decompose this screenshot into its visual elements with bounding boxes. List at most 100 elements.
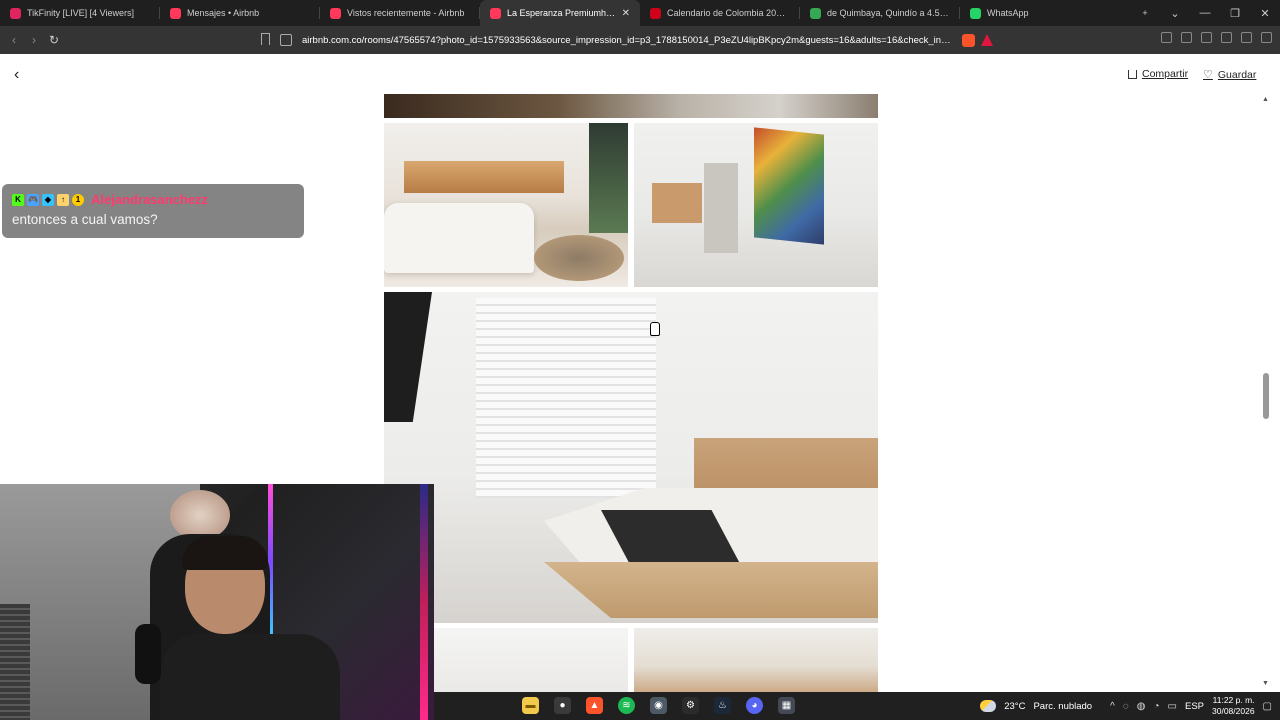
scroll-down-arrow[interactable]: ▼: [1262, 680, 1269, 687]
tab-search-icon[interactable]: ⌄: [1160, 7, 1190, 20]
photo-bed-frame: [544, 562, 878, 618]
listing-photo[interactable]: [434, 628, 628, 692]
reload-button[interactable]: ↻: [44, 33, 64, 47]
site-info-icon[interactable]: [280, 34, 292, 46]
listing-photo[interactable]: [384, 94, 878, 118]
tikfinity-favicon-icon: [10, 7, 21, 19]
sidebar-icon[interactable]: [1181, 32, 1192, 43]
tab-whatsapp[interactable]: WhatsApp: [960, 0, 1120, 26]
tab-title: TikFinity [LIVE] [4 Viewers]: [27, 8, 135, 18]
url-text[interactable]: airbnb.com.co/rooms/47565574?photo_id=15…: [302, 35, 952, 46]
bookmark-icon[interactable]: [261, 33, 270, 45]
listing-photo-bedroom[interactable]: [384, 292, 878, 623]
weather-temperature[interactable]: 23°C: [1004, 701, 1025, 712]
weather-description[interactable]: Parc. nublado: [1033, 701, 1092, 712]
hand-cursor-icon: [650, 322, 660, 336]
obs-icon[interactable]: ●: [554, 697, 571, 714]
brave-rewards-icon[interactable]: [981, 33, 993, 46]
share-button[interactable]: Compartir: [1128, 68, 1188, 80]
volume-icon[interactable]: ◔: [1153, 701, 1159, 712]
browser-tab-bar: TikFinity [LIVE] [4 Viewers] Mensajes • …: [0, 0, 1280, 26]
kick-badge-icon: K: [12, 193, 24, 206]
photo-table: [534, 235, 624, 281]
photo-tv: [384, 292, 432, 422]
tray-chevron-icon[interactable]: ^: [1110, 701, 1115, 712]
listing-photo[interactable]: [634, 628, 878, 692]
arrow-badge-icon: ↑: [57, 193, 69, 206]
listing-photo-living-room[interactable]: [384, 123, 628, 287]
notification-icon[interactable]: ▢: [1263, 701, 1272, 712]
back-nav-button[interactable]: ‹: [4, 33, 24, 47]
brave-icon[interactable]: ▲: [586, 697, 603, 714]
clock-date: 30/08/2026: [1212, 706, 1255, 716]
tab-maps[interactable]: de Quimbaya, Quindío a 4.570677: [800, 0, 960, 26]
whatsapp-favicon-icon: [970, 7, 981, 19]
tab-close-icon[interactable]: ✕: [622, 8, 630, 19]
minimize-button[interactable]: —: [1190, 7, 1220, 19]
plus-icon: +: [1142, 8, 1148, 18]
photo-window-blind: [476, 298, 656, 498]
photo-kitchen-counter: [404, 161, 564, 193]
tab-title: WhatsApp: [987, 8, 1029, 18]
scrollbar-thumb[interactable]: [1263, 373, 1269, 420]
toolbar-icons: [1161, 32, 1272, 43]
share-label: Compartir: [1142, 68, 1189, 80]
tab-tikfinity[interactable]: TikFinity [LIVE] [4 Viewers]: [0, 0, 160, 26]
address-bar: ‹ › ↻ airbnb.com.co/rooms/47565574?photo…: [0, 26, 1280, 54]
tab-airbnb-recent[interactable]: Vistos recientemente - Airbnb: [320, 0, 480, 26]
maps-favicon-icon: [810, 7, 821, 19]
stream-chat-message: K 🎮 ◆ ↑ 1 Alejandrasanchezz entonces a c…: [2, 184, 304, 238]
webcam-fan: [0, 604, 30, 720]
discord-icon[interactable]: ◕: [746, 697, 763, 714]
spotify-icon[interactable]: ≋: [618, 697, 635, 714]
back-button[interactable]: ‹: [14, 66, 19, 84]
partly-cloudy-icon[interactable]: [980, 700, 997, 712]
photo-kitchen: [652, 183, 702, 223]
gem-badge-icon: ◆: [42, 193, 54, 206]
url-field[interactable]: airbnb.com.co/rooms/47565574?photo_id=15…: [280, 30, 1000, 50]
tab-title: La Esperanza Premiumhouse C: [507, 8, 616, 18]
vpn-icon[interactable]: [1221, 32, 1232, 43]
brave-shields: [962, 33, 993, 47]
calculator-icon[interactable]: ▦: [778, 697, 795, 714]
extensions-icon[interactable]: [1161, 32, 1172, 43]
forward-nav-button[interactable]: ›: [24, 33, 44, 47]
tab-calendar[interactable]: Calendario de Colombia 2026 con: [640, 0, 800, 26]
menu-icon[interactable]: [1261, 32, 1272, 43]
scroll-up-arrow[interactable]: ▲: [1262, 96, 1269, 103]
webcam-plush-toy: [170, 490, 230, 540]
listing-photo-hallway[interactable]: [634, 123, 878, 287]
file-explorer-icon[interactable]: ▬: [522, 697, 539, 714]
close-window-button[interactable]: ✕: [1250, 7, 1280, 20]
brave-shield-icon[interactable]: [962, 33, 975, 47]
maximize-button[interactable]: ❐: [1220, 7, 1250, 20]
tab-la-esperanza[interactable]: La Esperanza Premiumhouse C ✕: [480, 0, 640, 26]
chat-message-text: entonces a cual vamos?: [12, 212, 158, 227]
gamer-badge-icon: 🎮: [27, 193, 39, 206]
display-icon[interactable]: ▭: [1168, 701, 1177, 712]
extension-app-icon[interactable]: [1241, 32, 1252, 43]
save-button[interactable]: ♡ Guardar: [1203, 68, 1257, 82]
clock-time: 11:22 p. m.: [1212, 695, 1255, 705]
network-icon[interactable]: ◌: [1123, 701, 1129, 712]
airbnb-favicon-icon: [170, 7, 181, 19]
webcam-led-strip: [420, 484, 428, 720]
tab-title: de Quimbaya, Quindío a 4.570677: [827, 8, 950, 18]
system-tray: 23°C Parc. nublado ^ ◌ ◍ ◔ ▭ ESP 11:22 p…: [980, 692, 1272, 720]
app-icon[interactable]: ◉: [650, 697, 667, 714]
webcam-microphone: [135, 624, 161, 684]
tab-strip: TikFinity [LIVE] [4 Viewers] Mensajes • …: [0, 0, 1170, 26]
level-badge-icon: 1: [72, 193, 84, 206]
save-label: Guardar: [1217, 68, 1257, 81]
defender-icon[interactable]: ◍: [1137, 701, 1146, 712]
tab-airbnb-messages[interactable]: Mensajes • Airbnb: [160, 0, 320, 26]
clock[interactable]: 11:22 p. m. 30/08/2026: [1212, 695, 1255, 717]
airbnb-favicon-icon: [330, 7, 341, 19]
wallet-icon[interactable]: [1201, 32, 1212, 43]
share-icon: [1128, 69, 1137, 79]
webcam-feed: [0, 484, 434, 720]
settings-icon[interactable]: ⚙: [682, 697, 699, 714]
photo-sofa: [384, 203, 534, 273]
steam-icon[interactable]: ♨: [714, 697, 731, 714]
language-indicator[interactable]: ESP: [1185, 701, 1204, 712]
